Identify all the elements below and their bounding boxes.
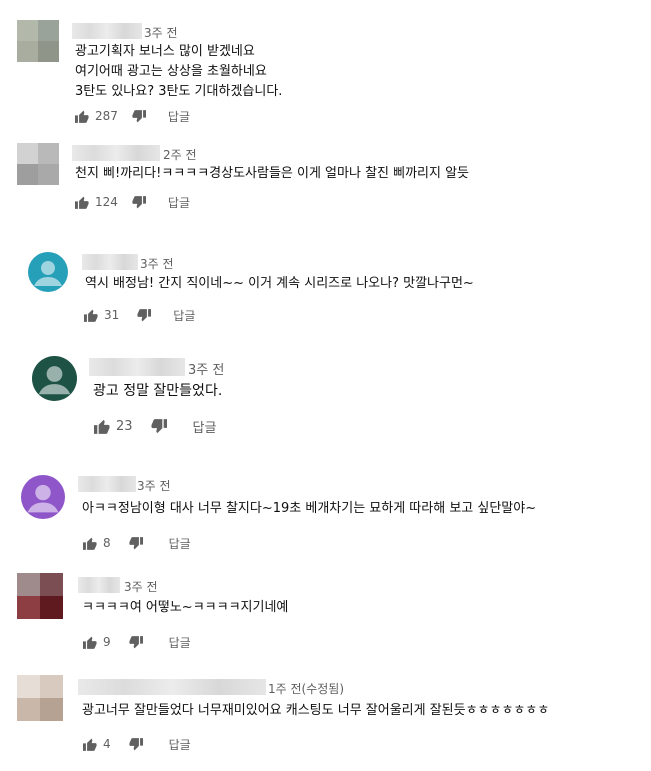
dislike-button[interactable]: [129, 536, 143, 550]
comment-timestamp[interactable]: 3주 전: [124, 578, 158, 595]
reply-button[interactable]: 답글: [193, 417, 217, 436]
like-count: 9: [103, 635, 111, 649]
comment-text-line: 광고너무 잘만들었다 너무재미있어요 캐스팅도 너무 잘어울리게 잘된듯ㅎㅎㅎㅎ…: [82, 703, 550, 718]
author-name[interactable]: [72, 23, 142, 39]
dislike-button[interactable]: [137, 308, 152, 322]
avatar[interactable]: [17, 573, 63, 619]
thumbs-down-icon: [137, 308, 152, 322]
comment-text-line: 아ㅋㅋ정남이형 대사 너무 찰지다~19초 베개차기는 묘하게 따라해 보고 싶…: [82, 501, 537, 516]
like-count: 23: [116, 418, 133, 434]
default-user-icon: [38, 366, 71, 395]
author-name[interactable]: [78, 679, 266, 695]
dislike-button[interactable]: [132, 109, 146, 123]
comment-text-line: 천지 삐!까리다!ㅋㅋㅋㅋ경상도사람들은 이게 얼마나 찰진 삐까리지 알듯: [75, 166, 470, 181]
reply-button[interactable]: 답글: [173, 307, 195, 324]
thumbs-up-icon: [83, 537, 97, 550]
like-button[interactable]: 23: [94, 419, 133, 434]
reply-button[interactable]: 답글: [168, 108, 190, 125]
like-button[interactable]: 287: [75, 109, 118, 123]
comment-actions: 287 답글: [75, 106, 190, 126]
author-name[interactable]: [78, 476, 136, 492]
thumbs-down-icon: [129, 737, 143, 751]
like-button[interactable]: 4: [83, 737, 111, 751]
thumbs-up-icon: [75, 110, 89, 123]
comment-text-line: 광고기획자 보너스 많이 받겠네요: [75, 44, 255, 59]
comment-timestamp[interactable]: 3주 전: [137, 477, 171, 494]
avatar[interactable]: [28, 252, 68, 292]
dislike-button[interactable]: [129, 737, 143, 751]
comment-timestamp[interactable]: 3주 전: [140, 255, 174, 272]
author-name[interactable]: [89, 358, 185, 376]
avatar[interactable]: [17, 143, 59, 185]
reply-button[interactable]: 답글: [168, 194, 190, 211]
comment-timestamp[interactable]: 3주 전: [188, 359, 224, 378]
comment-actions: 4 답글: [83, 734, 191, 754]
default-user-icon: [27, 484, 59, 513]
like-count: 124: [95, 195, 118, 209]
author-name[interactable]: [72, 145, 160, 161]
avatar[interactable]: [17, 675, 63, 721]
dislike-button[interactable]: [151, 418, 167, 434]
comment-text-line: 역시 배정남! 간지 직이네~~ 이거 계속 시리즈로 나오나? 맛깔나구먼~: [85, 276, 474, 291]
comment-text-line: 3탄도 있나요? 3탄도 기대하겠습니다.: [75, 84, 283, 99]
thumbs-up-icon: [75, 196, 89, 209]
comment-text-line: 여기어때 광고는 상상을 초월하네요: [75, 64, 267, 79]
comment-actions: 9 답글: [83, 632, 191, 652]
like-button[interactable]: 8: [83, 536, 111, 550]
like-count: 8: [103, 536, 111, 550]
dislike-button[interactable]: [129, 635, 143, 649]
comment-text-line: ㅋㅋㅋㅋ여 어떻노~ㅋㅋㅋㅋ지기네예: [82, 600, 289, 615]
author-name[interactable]: [82, 254, 138, 270]
thumbs-down-icon: [132, 109, 146, 123]
thumbs-up-icon: [84, 309, 98, 322]
comment-timestamp[interactable]: 2주 전: [163, 146, 197, 163]
comment-timestamp[interactable]: 3주 전: [144, 24, 178, 41]
thumbs-up-icon: [94, 419, 110, 434]
comment-actions: 31 답글: [84, 305, 195, 325]
comment-timestamp[interactable]: 1주 전(수정됨): [268, 680, 344, 697]
author-name[interactable]: [78, 577, 120, 593]
like-button[interactable]: 31: [84, 308, 119, 322]
reply-button[interactable]: 답글: [169, 535, 191, 552]
like-count: 31: [104, 308, 120, 322]
comment-actions: 23 답글: [94, 416, 216, 436]
thumbs-up-icon: [83, 738, 97, 751]
avatar[interactable]: [21, 475, 65, 519]
thumbs-down-icon: [129, 635, 143, 649]
default-user-icon: [34, 261, 62, 286]
thumbs-down-icon: [129, 536, 143, 550]
reply-button[interactable]: 답글: [169, 736, 191, 753]
like-count: 4: [103, 737, 111, 751]
comment-text-line: 광고 정말 잘만들었다.: [93, 383, 223, 399]
thumbs-up-icon: [83, 636, 97, 649]
like-button[interactable]: 9: [83, 635, 111, 649]
comment-actions: 8 답글: [83, 533, 191, 553]
dislike-button[interactable]: [132, 195, 146, 209]
thumbs-down-icon: [132, 195, 146, 209]
avatar[interactable]: [17, 20, 59, 62]
comment-actions: 124 답글: [75, 192, 190, 212]
reply-button[interactable]: 답글: [169, 634, 191, 651]
like-button[interactable]: 124: [75, 195, 118, 209]
avatar[interactable]: [32, 356, 77, 401]
thumbs-down-icon: [151, 418, 167, 434]
like-count: 287: [95, 109, 118, 123]
